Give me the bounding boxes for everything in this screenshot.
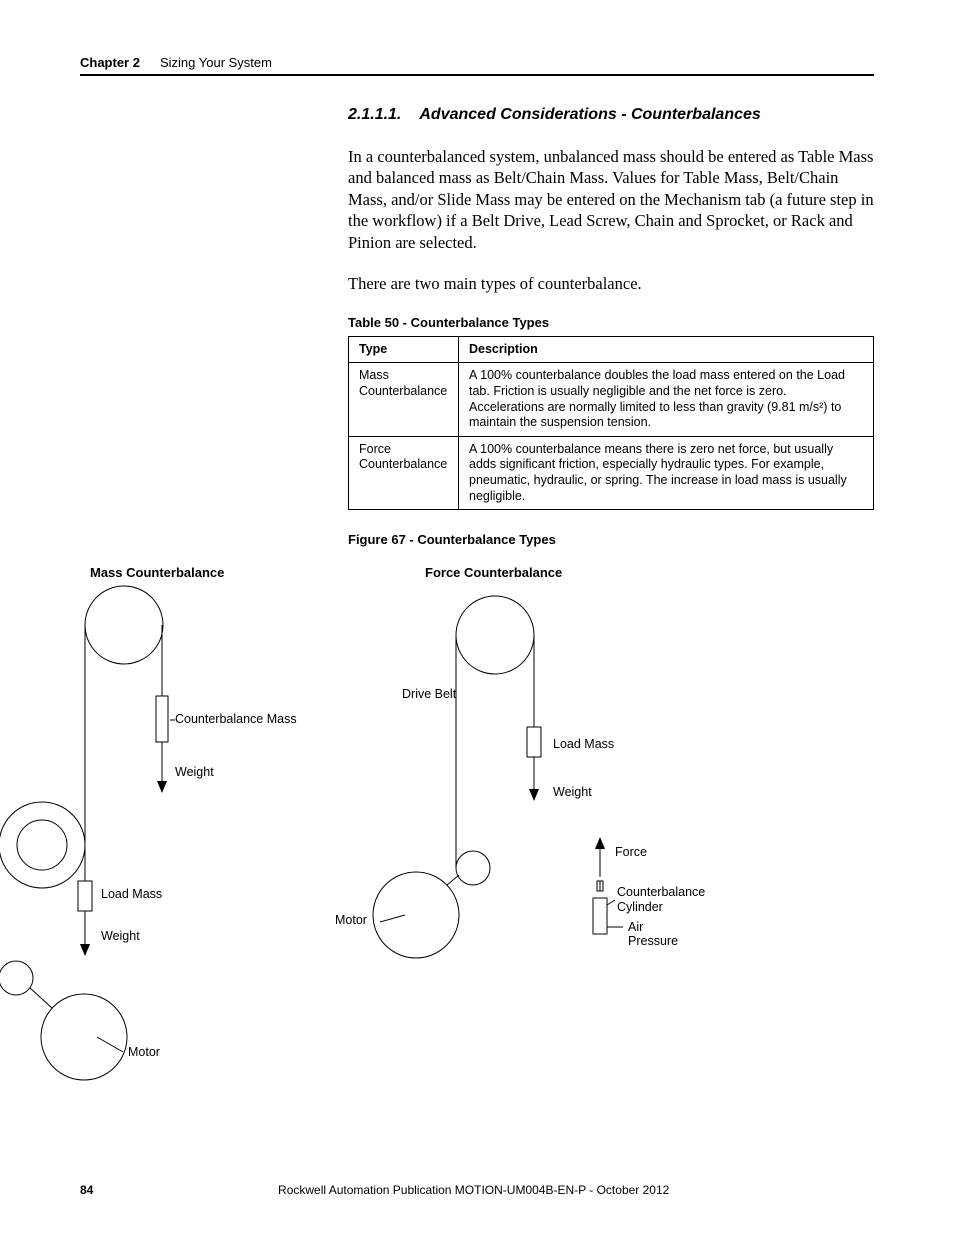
mass-counterbalance-diagram (0, 565, 275, 1105)
main-content: 2.1.1.1. Advanced Considerations - Count… (348, 106, 874, 547)
chapter-title: Sizing Your System (160, 55, 272, 70)
counterbalance-table: Type Description Mass Counterbalance A 1… (348, 336, 874, 511)
body-paragraph-1: In a counterbalanced system, unbalanced … (348, 146, 874, 253)
section-title: Advanced Considerations - Counterbalance… (419, 106, 760, 124)
label-weight-upper-left: Weight (175, 765, 214, 779)
label-counterbalance-cylinder: Counterbalance Cylinder (617, 885, 707, 915)
table-header-type: Type (349, 336, 459, 363)
figure-caption: Figure 67 - Counterbalance Types (348, 532, 874, 547)
force-counterbalance-diagram (305, 565, 675, 995)
figure-area: Mass Counterbalance Force Counterbalance (0, 565, 655, 1105)
table-header-description: Description (459, 336, 874, 363)
label-weight-lower-left: Weight (101, 929, 140, 943)
section-number: 2.1.1.1. (348, 106, 401, 124)
table-cell-description: A 100% counterbalance doubles the load m… (459, 363, 874, 437)
label-force-right: Force (615, 845, 647, 859)
label-load-mass-right: Load Mass (553, 737, 614, 751)
table-cell-type: Force Counterbalance (349, 436, 459, 510)
table-cell-type: Mass Counterbalance (349, 363, 459, 437)
label-motor-right: Motor (335, 913, 367, 927)
table-row: Force Counterbalance A 100% counterbalan… (349, 436, 874, 510)
body-paragraph-2: There are two main types of counterbalan… (348, 273, 874, 294)
table-cell-description: A 100% counterbalance means there is zer… (459, 436, 874, 510)
page-header: Chapter 2 Sizing Your System (80, 55, 874, 76)
label-load-mass-left: Load Mass (101, 887, 162, 901)
section-heading: 2.1.1.1. Advanced Considerations - Count… (348, 106, 874, 124)
page-number: 84 (80, 1183, 93, 1197)
label-air-pressure: Air Pressure (628, 920, 678, 948)
chapter-label: Chapter 2 (80, 55, 140, 70)
label-drive-belt-right: Drive Belt (402, 687, 456, 701)
label-counterbalance-mass: Counterbalance Mass (175, 712, 297, 726)
label-weight-right: Weight (553, 785, 592, 799)
table-row: Mass Counterbalance A 100% counterbalanc… (349, 363, 874, 437)
label-motor-left: Motor (128, 1045, 160, 1059)
page-footer: 84 Rockwell Automation Publication MOTIO… (80, 1183, 874, 1197)
publication-id: Rockwell Automation Publication MOTION-U… (93, 1183, 854, 1197)
table-caption: Table 50 - Counterbalance Types (348, 315, 874, 330)
